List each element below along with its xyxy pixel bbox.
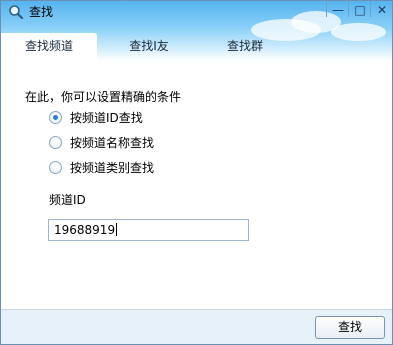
option-label: 按频道名称查找	[70, 135, 155, 150]
tab-bar: 查找频道 查找I友 查找群	[1, 33, 392, 61]
option-label: 按频道ID查找	[70, 110, 143, 125]
maximize-button[interactable]: □	[349, 1, 371, 19]
radio-button[interactable]	[49, 135, 62, 149]
window-header: 查找 — □ ✕ 查找频道 查找I友 查找群	[1, 1, 392, 61]
search-button[interactable]: 查找	[315, 316, 385, 339]
search-icon	[9, 5, 24, 20]
option-by-channel-name[interactable]: 按频道名称查找	[49, 134, 154, 150]
tab-find-group[interactable]: 查找群	[209, 33, 281, 61]
option-by-channel-id[interactable]: 按频道ID查找	[49, 109, 143, 125]
tab-find-channel[interactable]: 查找频道	[1, 33, 97, 61]
text-caret	[116, 223, 118, 236]
radio-button[interactable]	[49, 110, 62, 124]
channel-id-label: 频道ID	[49, 193, 86, 207]
search-window: 查找 — □ ✕ 查找频道 查找I友 查找群 在此，你可以设置精确的条件 按频道…	[0, 0, 393, 345]
form-prompt: 在此，你可以设置精确的条件	[25, 90, 182, 104]
channel-id-input[interactable]: 19688919	[48, 219, 249, 241]
channel-id-value: 19688919	[54, 223, 116, 237]
radio-button[interactable]	[49, 160, 62, 174]
option-label: 按频道类别查找	[70, 160, 155, 175]
minimize-button[interactable]: —	[327, 1, 349, 19]
window-title: 查找	[29, 5, 54, 19]
option-by-channel-category[interactable]: 按频道类别查找	[49, 159, 154, 175]
tab-find-friend[interactable]: 查找I友	[113, 33, 185, 61]
close-button[interactable]: ✕	[371, 1, 392, 19]
